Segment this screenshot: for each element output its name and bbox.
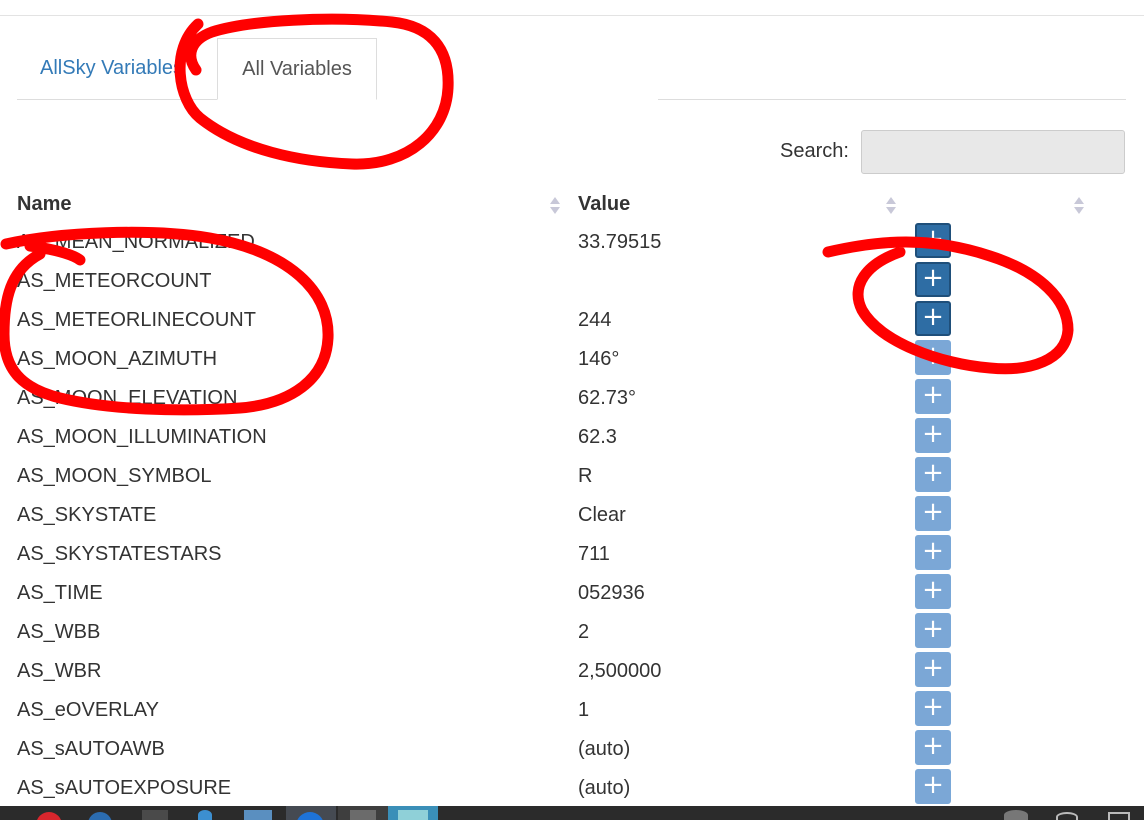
variable-name: AS_SKYSTATESTARS [17,543,222,565]
table-row: AS_WBR 2,500000 + [0,650,1144,689]
opera-icon[interactable] [36,812,62,820]
add-variable-button[interactable]: + [915,262,951,297]
add-variable-button[interactable]: + [915,301,951,336]
plus-icon: + [922,731,944,761]
tab-all-variables[interactable]: All Variables [217,38,377,100]
sort-action-icon[interactable] [1074,193,1084,217]
network-icon[interactable] [1004,810,1028,820]
add-variable-button[interactable]: + [915,613,951,648]
plus-icon: + [922,224,944,254]
variable-value: 052936 [578,582,645,604]
display-icon[interactable] [1108,812,1130,820]
add-variable-button[interactable]: + [915,457,951,492]
variable-value: 146° [578,348,620,370]
tabs-underline-right [658,99,1126,100]
column-header-name[interactable]: Name [17,193,71,216]
variable-name: AS_sAUTOEXPOSURE [17,777,232,799]
plus-icon: + [922,263,944,293]
add-variable-button[interactable]: + [915,652,951,687]
plus-icon: + [922,575,944,605]
variable-value: 33.79515 [578,231,662,253]
variable-name: AS_WBR [17,660,102,682]
table-row: AS_MEAN_NORMALIZED 33.79515 + [0,221,1144,260]
variable-name: AS_MOON_ILLUMINATION [17,426,267,448]
drop-icon[interactable] [198,810,212,820]
variable-name: AS_METEORCOUNT [17,270,212,292]
app-icon[interactable] [88,812,112,820]
variable-value: 62.73° [578,387,637,409]
plus-icon: + [922,458,944,488]
plus-icon: + [922,302,944,332]
sort-value-icon[interactable] [886,193,896,217]
variable-name: AS_MOON_AZIMUTH [17,348,218,370]
variable-name: AS_MOON_ELEVATION [17,387,238,409]
variable-value: 1 [578,699,590,721]
table-row: AS_MOON_SYMBOL R + [0,455,1144,494]
tab-allsky-variables[interactable]: AllSky Variables [40,56,183,80]
table-row: AS_eOVERLAY 1 + [0,689,1144,728]
search-label: Search: [780,140,849,162]
variable-value: 2 [578,621,590,643]
variable-name: AS_eOVERLAY [17,699,159,721]
add-variable-button[interactable]: + [915,223,951,258]
taskbar [0,806,1144,820]
variable-value: 62.3 [578,426,617,448]
plus-icon: + [922,692,944,722]
plus-icon: + [922,497,944,527]
terminal-icon[interactable] [350,810,376,820]
table-row: AS_SKYSTATESTARS 711 + [0,533,1144,572]
variable-name: AS_MOON_SYMBOL [17,465,212,487]
variable-name: AS_MEAN_NORMALIZED [17,231,255,253]
top-divider [0,15,1144,16]
variable-name: AS_SKYSTATE [17,504,157,526]
sort-name-icon[interactable] [550,193,560,217]
variable-value: R [578,465,593,487]
variable-name: AS_WBB [17,621,101,643]
image-viewer-icon[interactable] [398,810,428,820]
table-row: AS_MOON_ELEVATION 62.73° + [0,377,1144,416]
add-variable-button[interactable]: + [915,340,951,375]
add-variable-button[interactable]: + [915,496,951,531]
window-icon[interactable] [142,810,168,820]
add-variable-button[interactable]: + [915,769,951,804]
add-variable-button[interactable]: + [915,691,951,726]
variable-value: (auto) [578,777,631,799]
table-row: AS_SKYSTATE Clear + [0,494,1144,533]
plus-icon: + [922,536,944,566]
plus-icon: + [922,653,944,683]
column-header-value[interactable]: Value [578,193,630,216]
table-row: AS_MOON_ILLUMINATION 62.3 + [0,416,1144,455]
add-variable-button[interactable]: + [915,730,951,765]
add-variable-button[interactable]: + [915,418,951,453]
variable-name: AS_sAUTOAWB [17,738,165,760]
update-icon[interactable] [1056,812,1078,820]
table-row: AS_WBB 2 + [0,611,1144,650]
table-row: AS_TIME 052936 + [0,572,1144,611]
variable-value: 2,500000 [578,660,662,682]
plus-icon: + [922,380,944,410]
table-row: AS_METEORLINECOUNT 244 + [0,299,1144,338]
variable-value: 711 [578,543,610,565]
folder-icon[interactable] [244,810,272,820]
plus-icon: + [922,341,944,371]
table-row: AS_METEORCOUNT + [0,260,1144,299]
table-row: AS_sAUTOAWB (auto) + [0,728,1144,767]
plus-icon: + [922,770,944,800]
variable-name: AS_METEORLINECOUNT [17,309,256,331]
table-row: AS_MOON_AZIMUTH 146° + [0,338,1144,377]
variable-value: (auto) [578,738,631,760]
tabs-underline-left [17,99,217,100]
plus-icon: + [922,614,944,644]
plus-icon: + [922,419,944,449]
add-variable-button[interactable]: + [915,379,951,414]
variable-value: 244 [578,309,612,331]
variable-name: AS_TIME [17,582,103,604]
table-row: AS_sAUTOEXPOSURE (auto) + [0,767,1144,806]
search-input[interactable] [861,130,1125,174]
add-variable-button[interactable]: + [915,535,951,570]
add-variable-button[interactable]: + [915,574,951,609]
variable-value: Clear [578,504,626,526]
